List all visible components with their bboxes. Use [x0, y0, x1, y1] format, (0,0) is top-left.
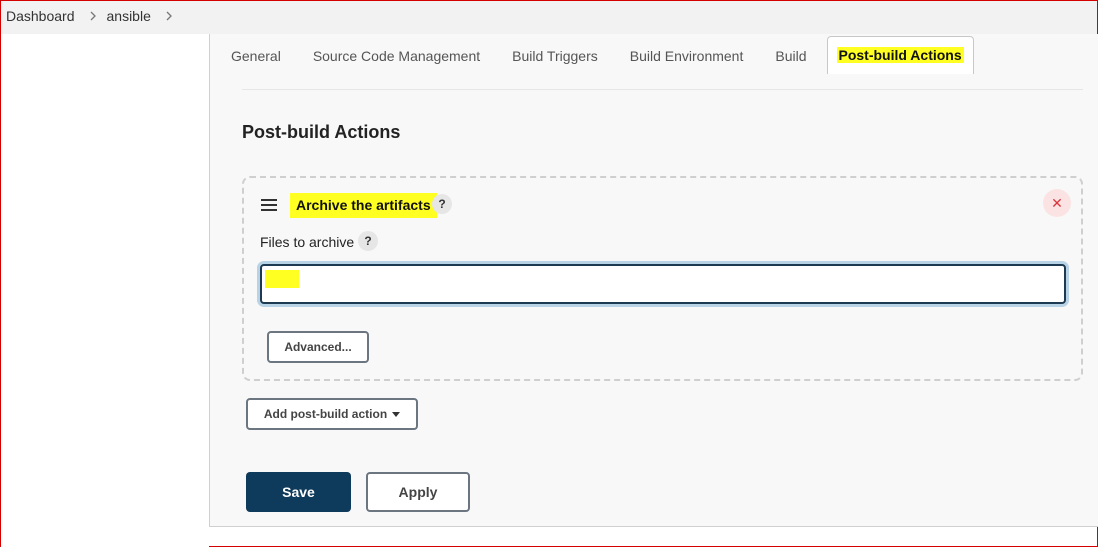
- help-icon[interactable]: ?: [358, 231, 378, 251]
- archive-artifacts-title: Archive the artifacts: [290, 193, 437, 218]
- caret-down-icon: [392, 411, 401, 417]
- chevron-right-icon[interactable]: [155, 11, 183, 25]
- advanced-button[interactable]: Advanced...: [267, 331, 369, 363]
- save-button[interactable]: Save: [246, 472, 351, 512]
- files-to-archive-label: Files to archive: [260, 234, 355, 250]
- archive-artifacts-card: Archive the artifacts ? ✕ Files to archi…: [242, 176, 1083, 381]
- add-post-build-action-label: Add post-build action: [263, 407, 388, 421]
- close-icon[interactable]: ✕: [1043, 189, 1071, 217]
- apply-button[interactable]: Apply: [366, 472, 470, 512]
- tab-post-build-actions[interactable]: Post-build Actions: [826, 36, 974, 74]
- breadcrumb-dashboard[interactable]: Dashboard: [6, 8, 79, 28]
- tab-build-triggers[interactable]: Build Triggers: [496, 34, 614, 74]
- tab-general[interactable]: General: [210, 34, 297, 74]
- section-title: Post-build Actions: [242, 122, 401, 142]
- chevron-right-icon[interactable]: [79, 11, 107, 25]
- files-to-archive-input[interactable]: [260, 264, 1066, 304]
- breadcrumb: Dashboard ansible: [1, 1, 1097, 34]
- tab-post-build-actions-label: Post-build Actions: [836, 47, 964, 63]
- drag-handle-icon[interactable]: [261, 199, 277, 211]
- tab-divider: [242, 89, 1083, 90]
- add-post-build-action-button[interactable]: Add post-build action: [246, 398, 418, 430]
- config-tabs: General Source Code Management Build Tri…: [210, 34, 1098, 74]
- tab-build-environment[interactable]: Build Environment: [614, 34, 760, 74]
- sidebar: [1, 34, 209, 547]
- config-panel: General Source Code Management Build Tri…: [209, 34, 1098, 527]
- help-icon[interactable]: ?: [432, 194, 452, 214]
- tab-source-code-management[interactable]: Source Code Management: [297, 34, 496, 74]
- tab-build[interactable]: Build: [759, 34, 822, 74]
- breadcrumb-ansible[interactable]: ansible: [107, 8, 155, 28]
